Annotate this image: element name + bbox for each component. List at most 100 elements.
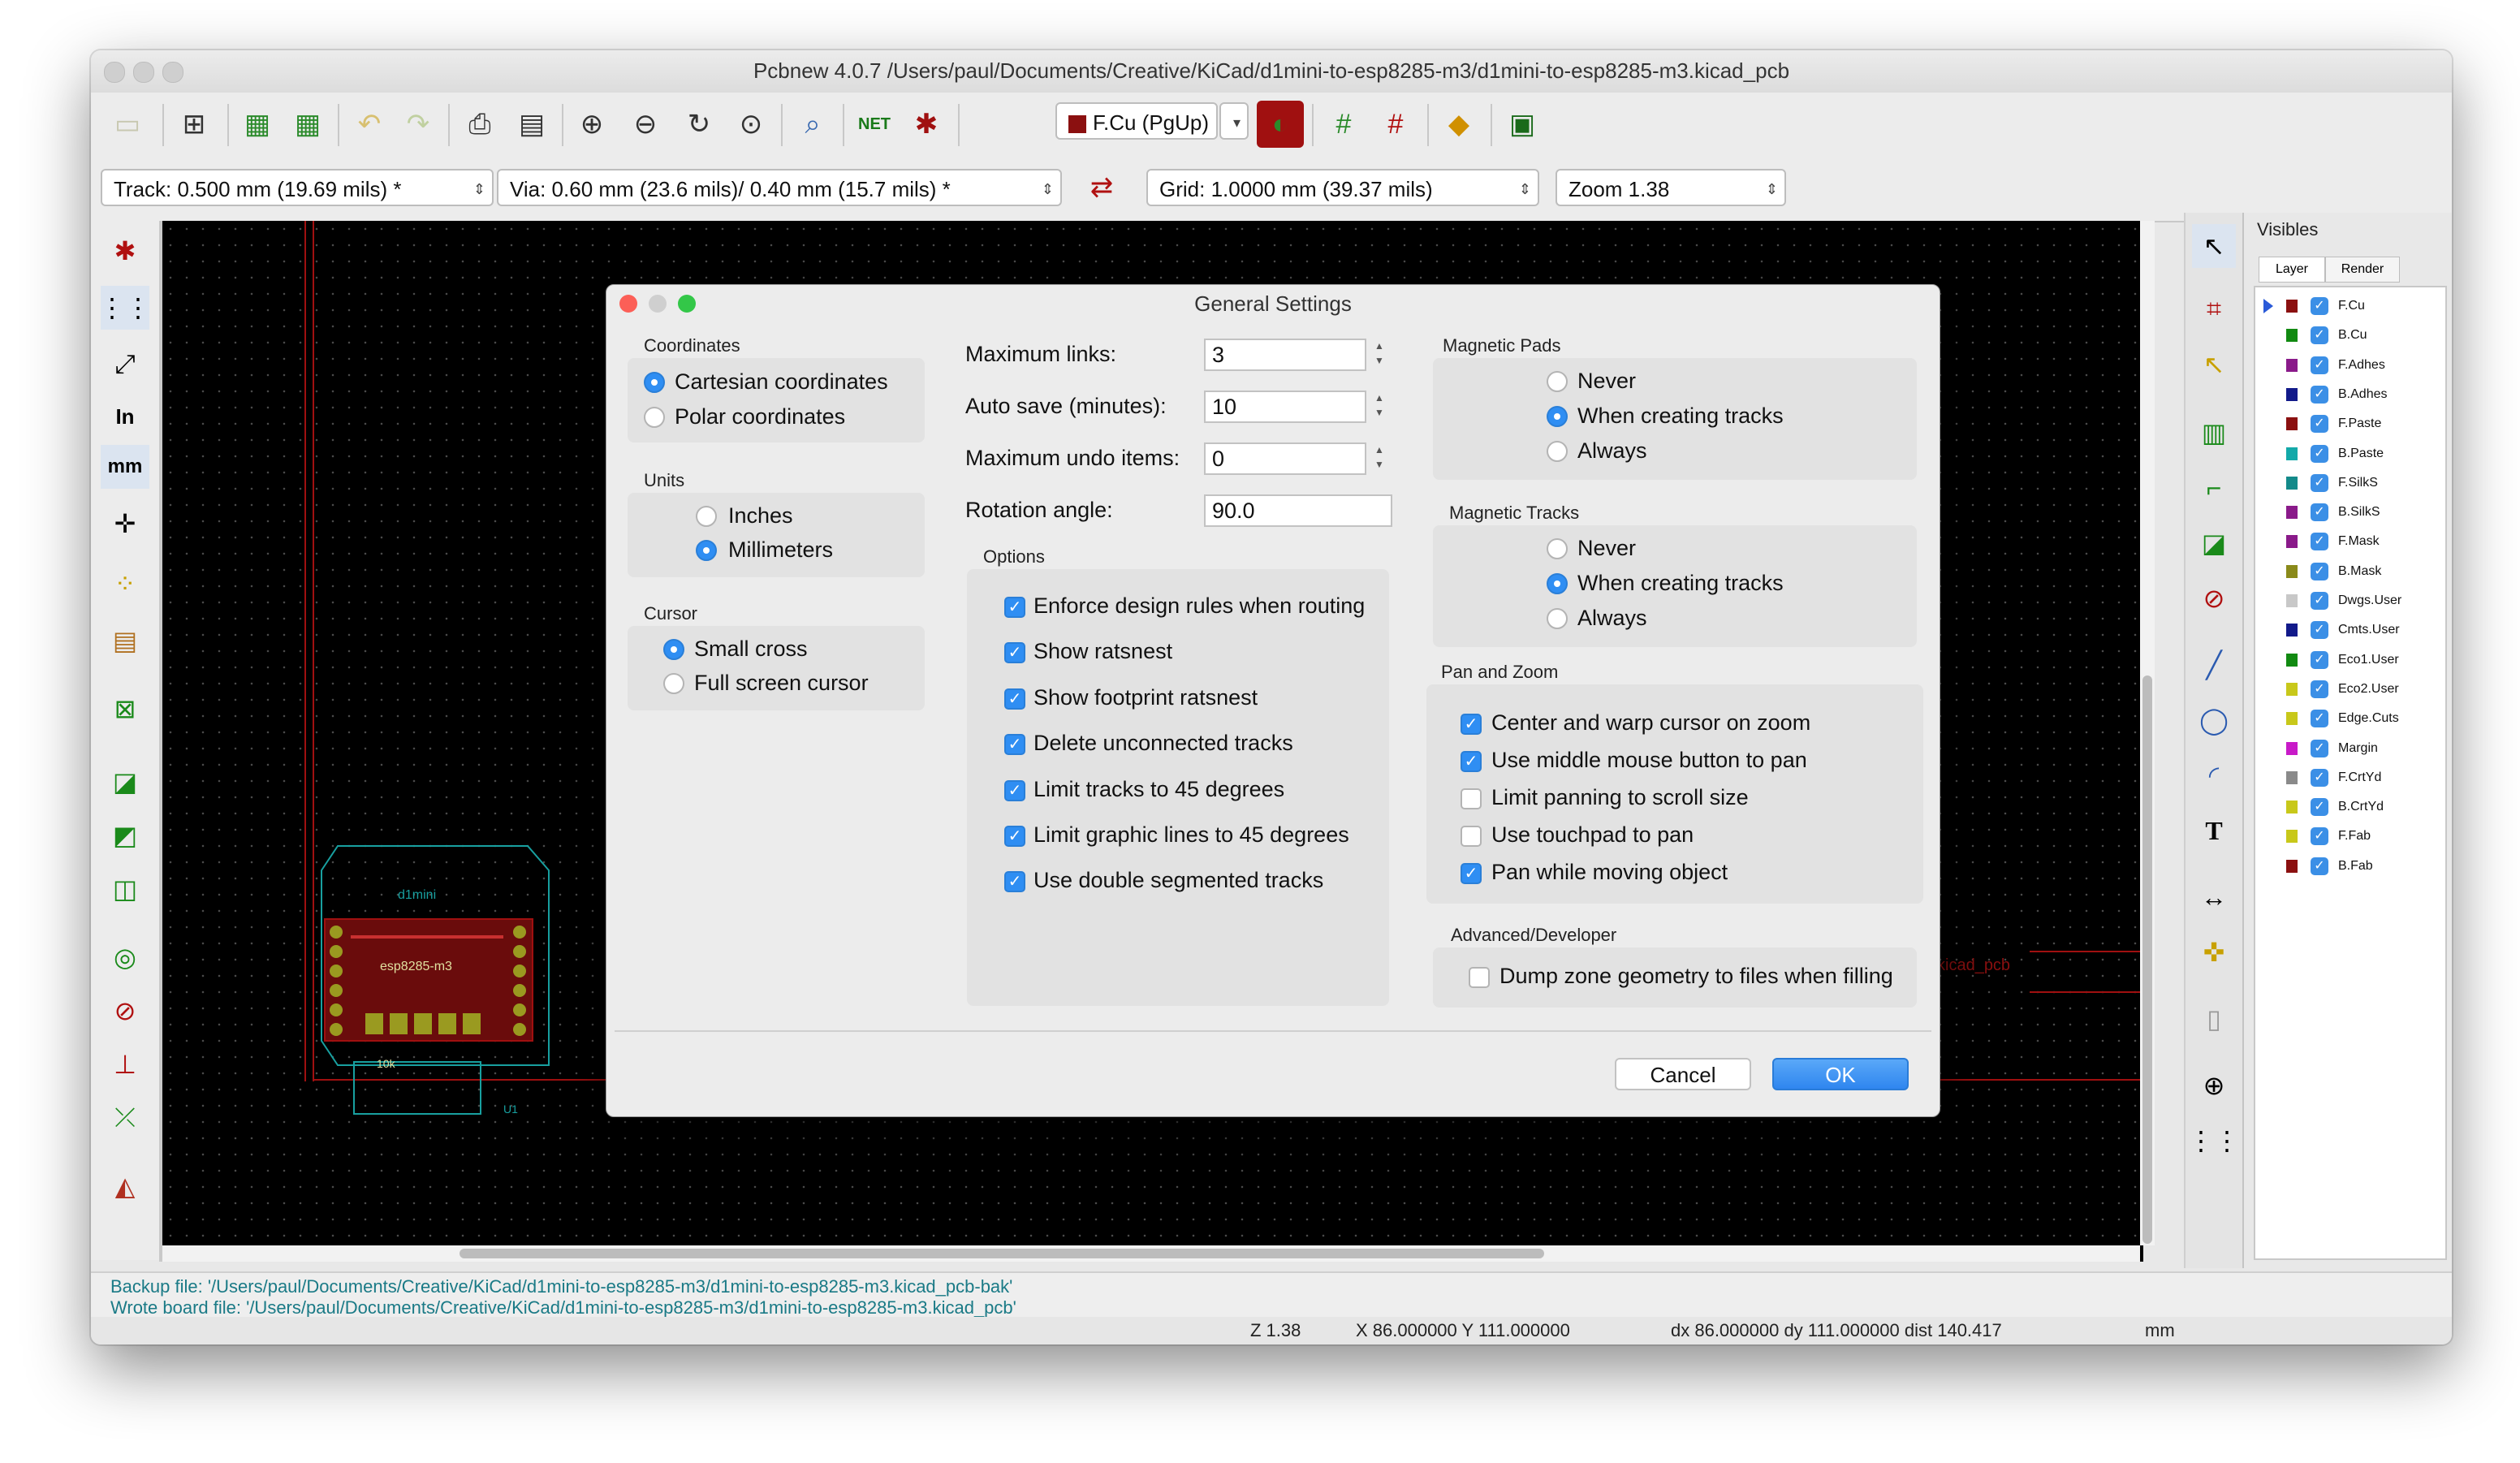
keepout-zone-icon[interactable]: ⊘ [2192,576,2236,620]
layer-row[interactable]: ✓ Cmts.User [2255,616,2442,645]
zoom-fit-icon[interactable]: ⊙ [727,101,775,148]
drc-off-icon[interactable]: ✱ [101,229,149,273]
layer-select[interactable]: F.Cu (PgUp) [1055,102,1218,140]
auto-delete-track-icon[interactable]: ⊠ [101,687,149,731]
layer-visible-checkbox[interactable]: ✓ [2311,533,2328,551]
layer-visible-checkbox[interactable]: ✓ [2311,710,2328,728]
layer-row[interactable]: ✓ Eco1.User [2255,646,2442,675]
small-cross-radio[interactable] [663,639,684,660]
tab-layer[interactable]: Layer [2259,257,2325,283]
layer-visible-checkbox[interactable]: ✓ [2311,356,2328,374]
ratsnest-icon[interactable]: # [1372,101,1419,148]
horizontal-scroll-thumb[interactable] [460,1249,1544,1258]
layer-row[interactable]: ✓ F.Paste [2255,410,2442,439]
pan-zoom-checkbox[interactable]: ✓ [1461,751,1482,772]
pan-zoom-checkbox[interactable]: ✓ [1461,863,1482,884]
layer-visible-checkbox[interactable]: ✓ [2311,473,2328,492]
layer-visible-checkbox[interactable]: ✓ [2311,857,2328,875]
layer-color-swatch[interactable] [2286,594,2298,607]
layer-row[interactable]: ✓ F.Fab [2255,822,2442,852]
layer-color-swatch[interactable] [2286,712,2298,726]
layer-visible-checkbox[interactable]: ✓ [2311,680,2328,698]
maximum-links-field[interactable]: 3 [1204,339,1366,371]
layer-row[interactable]: ✓ F.CrtYd [2255,764,2442,793]
option-checkbox[interactable]: ✓ [1004,826,1025,847]
zoom-out-icon[interactable]: ⊖ [622,101,669,148]
inch-units-button[interactable]: In [101,395,149,438]
microwave-tools-icon[interactable]: ◭ [101,1164,149,1208]
dump-zone-geometry-checkbox[interactable] [1469,967,1490,988]
layer-row[interactable]: ✓ Margin [2255,735,2442,764]
layer-row[interactable]: ✓ F.SilkS [2255,469,2442,498]
layer-color-swatch[interactable] [2286,300,2298,313]
zoom-select[interactable]: Zoom 1.38 ⇕ [1556,169,1786,206]
auto-track-width-icon[interactable]: ⇄ [1078,164,1125,211]
find-icon[interactable]: ⌕ [789,101,836,148]
track-sketch-icon[interactable]: ⊥ [101,1042,149,1086]
auto-save-field[interactable]: 10 [1204,391,1366,423]
via-size-select[interactable]: Via: 0.60 mm (23.6 mils)/ 0.40 mm (15.7 … [497,169,1062,206]
layer-row[interactable]: ✓ Edge.Cuts [2255,705,2442,734]
add-text-icon[interactable]: T [2192,809,2236,852]
route-track-icon[interactable]: ⌐ [2192,466,2236,510]
drc-icon[interactable]: ✱ [903,101,950,148]
layer-color-swatch[interactable] [2286,801,2298,814]
layer-row[interactable]: ✓ B.SilkS [2255,498,2442,528]
zone-sketch-icon[interactable]: ◫ [101,867,149,911]
print-icon[interactable]: ⎙ [456,101,503,148]
layer-visible-checkbox[interactable]: ✓ [2311,798,2328,817]
add-circle-icon[interactable]: ◯ [2192,698,2236,742]
zone-fill-icon[interactable]: ◪ [101,760,149,804]
magnetic-tracks-never-radio[interactable] [1547,538,1568,559]
redraw-icon[interactable]: ↻ [675,101,723,148]
new-board-icon[interactable]: ▭ [104,101,151,148]
ratsnest-toggle-icon[interactable]: ⁘ [101,562,149,606]
layer-color-swatch[interactable] [2286,859,2298,873]
layer-row[interactable]: ✓ B.CrtYd [2255,793,2442,822]
add-dimension-icon[interactable]: ↔ [2192,875,2236,919]
layer-row[interactable]: ✓ F.Cu [2255,292,2442,322]
layer-select-dropdown[interactable]: ▾ [1219,102,1249,140]
grid-icon[interactable]: # [1320,101,1367,148]
tab-render[interactable]: Render [2325,257,2400,283]
vertical-scrollbar[interactable] [2140,221,2155,1245]
delete-icon[interactable]: ▯ [2192,997,2236,1041]
module-ratsnest-icon[interactable]: ▤ [101,619,149,662]
magnetic-tracks-creating-radio[interactable] [1547,573,1568,594]
layer-row[interactable]: ✓ F.Adhes [2255,352,2442,381]
local-ratsnest-icon[interactable]: ↖ [2192,343,2236,386]
maximum-links-stepper[interactable]: ▲ ▼ [1371,339,1387,371]
track-width-select[interactable]: Track: 0.500 mm (19.69 mils) * ⇕ [101,169,494,206]
horizontal-scrollbar[interactable] [162,1245,2140,1262]
layer-color-swatch[interactable] [2286,653,2298,667]
layer-color-swatch[interactable] [2286,830,2298,844]
layer-color-swatch[interactable] [2286,506,2298,520]
zone-outline-icon[interactable]: ◩ [101,813,149,857]
layer-visible-checkbox[interactable]: ✓ [2311,592,2328,610]
layer-visible-checkbox[interactable]: ✓ [2311,621,2328,640]
layer-visible-checkbox[interactable]: ✓ [2311,562,2328,580]
layer-color-swatch[interactable] [2286,564,2298,578]
vertical-scroll-thumb[interactable] [2142,675,2152,1244]
maximum-undo-stepper[interactable]: ▲ ▼ [1371,442,1387,475]
magnetic-tracks-always-radio[interactable] [1547,608,1568,629]
option-checkbox[interactable]: ✓ [1004,642,1025,664]
layer-color-swatch[interactable] [2286,447,2298,460]
pan-zoom-checkbox[interactable]: ✓ [1461,714,1482,735]
pad-sketch-icon[interactable]: ◎ [101,935,149,979]
layer-visible-checkbox[interactable]: ✓ [2311,326,2328,345]
plot-out-icon[interactable]: ▤ [508,101,555,148]
cartesian-coordinates-radio[interactable] [644,372,665,393]
inches-radio[interactable] [696,506,717,527]
pan-zoom-checkbox[interactable] [1461,788,1482,809]
layer-visible-checkbox[interactable]: ✓ [2311,739,2328,757]
layer-visible-checkbox[interactable]: ✓ [2311,768,2328,787]
scripting-console-icon[interactable]: ▣ [1499,101,1546,148]
layer-color-swatch[interactable] [2286,682,2298,696]
auto-save-stepper[interactable]: ▲ ▼ [1371,391,1387,423]
polar-coords-icon[interactable]: ⤢ [101,343,149,386]
layer-visible-checkbox[interactable]: ✓ [2311,297,2328,315]
layer-row[interactable]: ✓ Dwgs.User [2255,587,2442,616]
grid-toggle-icon[interactable]: ⋮⋮ [99,286,151,330]
layer-row[interactable]: ✓ Eco2.User [2255,675,2442,705]
